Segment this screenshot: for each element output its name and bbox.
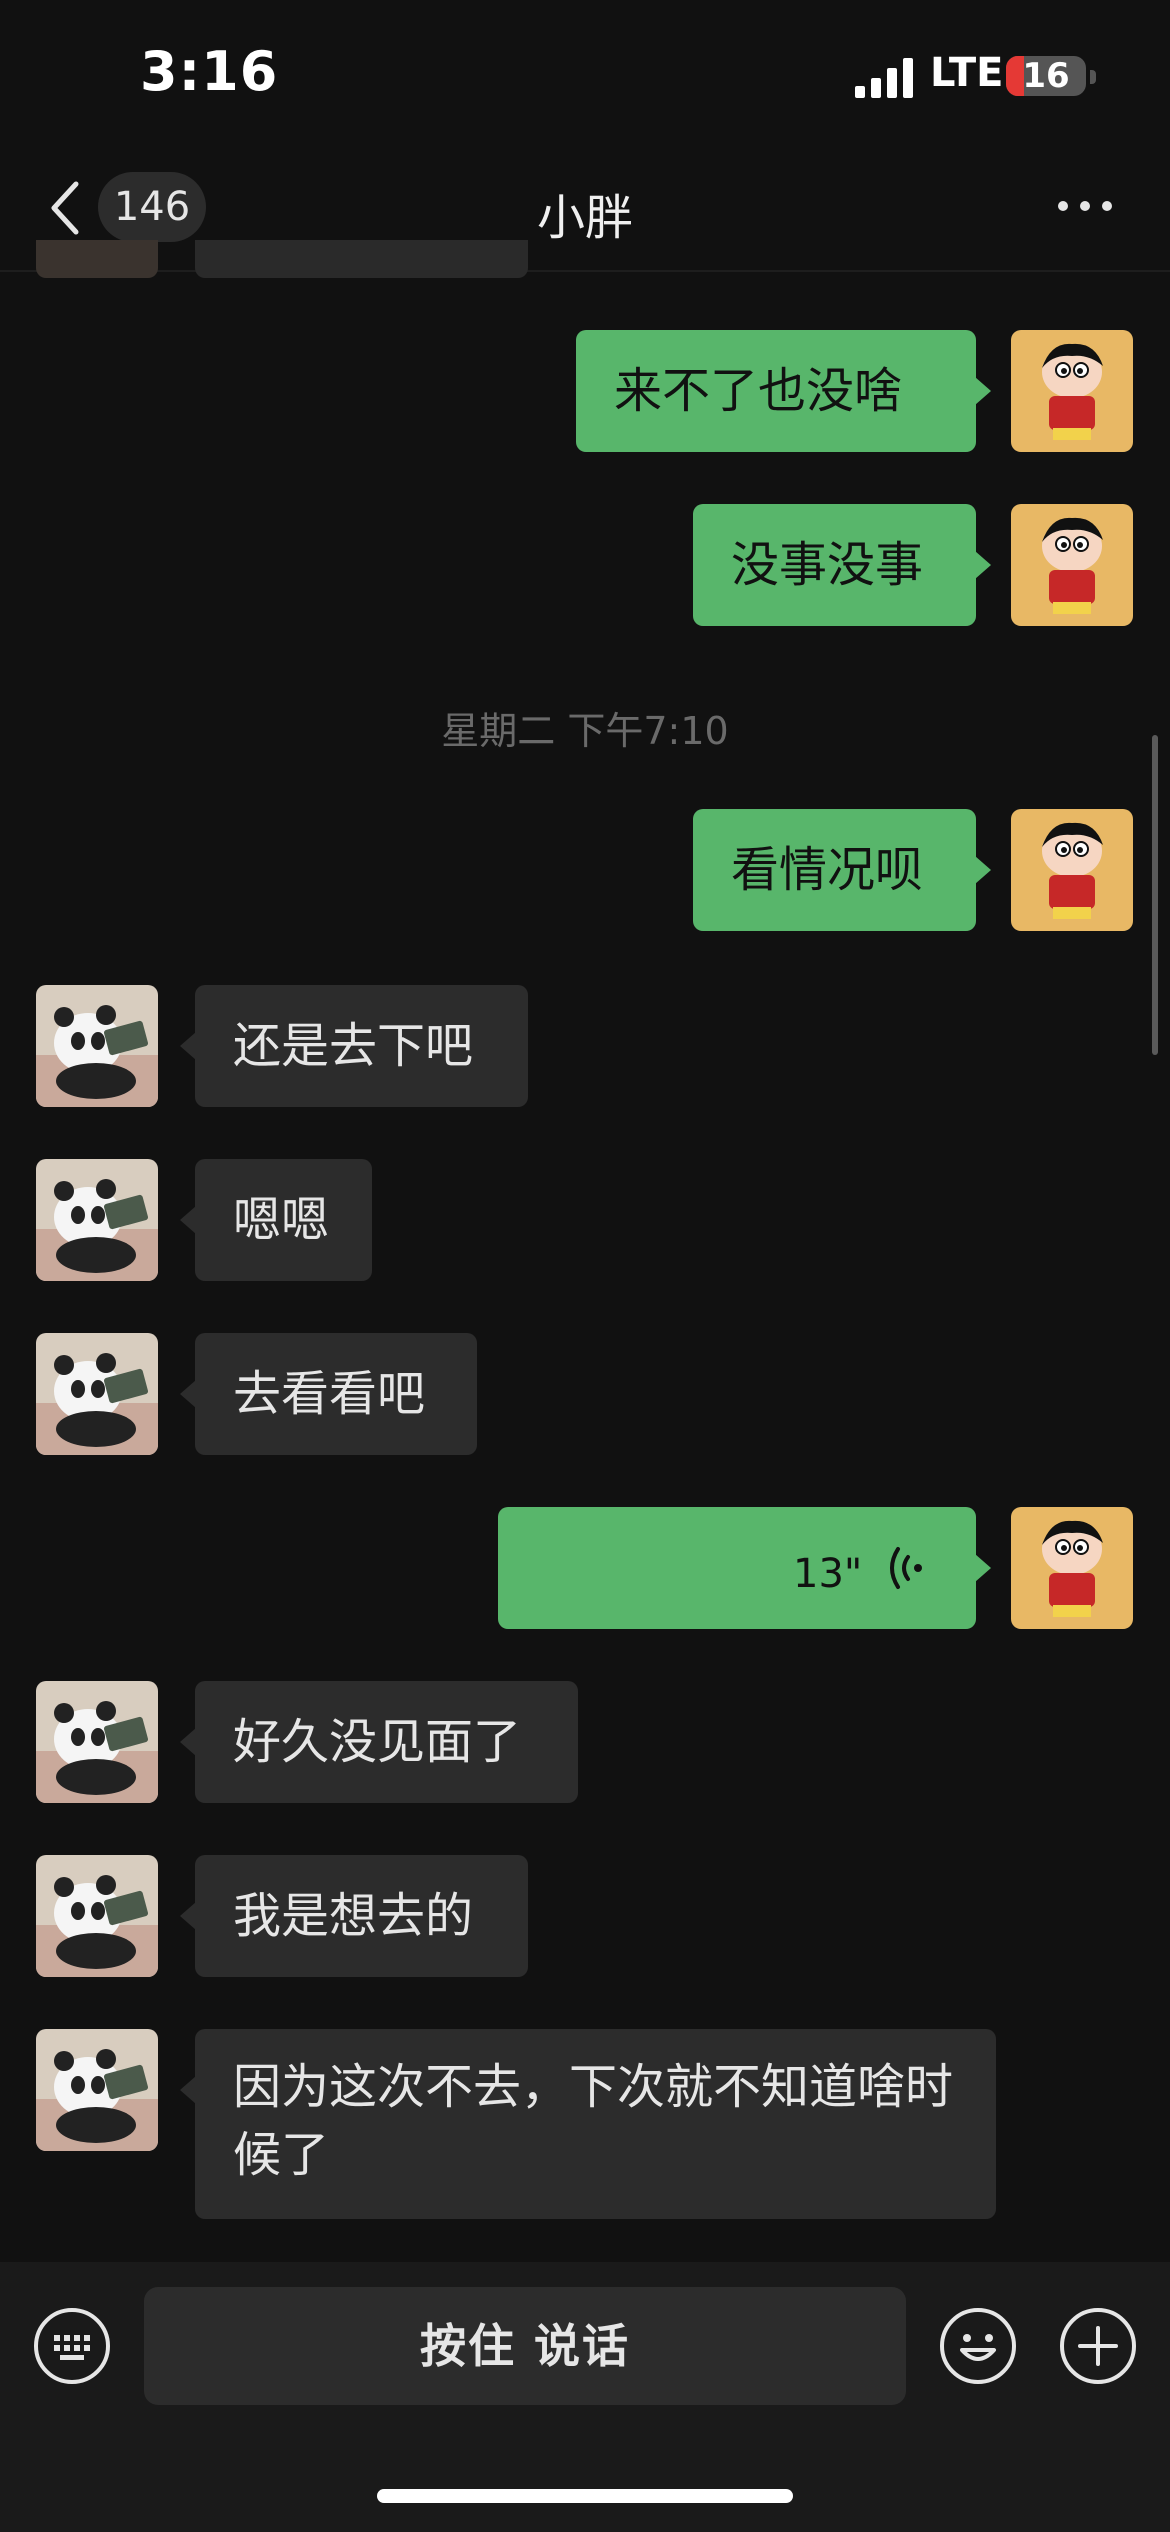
message-text: 看情况呗 xyxy=(731,842,924,898)
more-icon[interactable] xyxy=(1055,196,1115,216)
message-bubble-outgoing[interactable]: 看情况呗 xyxy=(693,809,976,931)
message-text: 来不了也没啥 xyxy=(614,363,903,419)
avatar-contact[interactable] xyxy=(36,1681,158,1803)
chat-title: 小胖 xyxy=(536,190,633,246)
panda-avatar-icon xyxy=(36,985,158,1107)
message-bubble-incoming[interactable]: 好久没见面了 xyxy=(195,1681,578,1803)
bubble-tail xyxy=(180,1728,196,1756)
battery-icon: 16 xyxy=(1006,56,1086,96)
emoji-icon[interactable] xyxy=(938,2306,1018,2386)
message-bubble-outgoing[interactable]: 来不了也没啥 xyxy=(576,330,976,452)
avatar-self[interactable] xyxy=(1011,504,1133,626)
bubble-tail xyxy=(975,1554,991,1582)
bubble-tail xyxy=(975,551,991,579)
message-text: 嗯嗯 xyxy=(233,1192,330,1248)
panda-avatar-icon xyxy=(36,2029,158,2151)
avatar-self[interactable] xyxy=(1011,330,1133,452)
message-text: 我是想去的 xyxy=(233,1888,474,1944)
bubble-tail xyxy=(180,1206,196,1234)
message-timestamp: 星期二 下午7:10 xyxy=(441,709,729,753)
avatar-contact[interactable] xyxy=(36,2029,158,2151)
keyboard-icon[interactable] xyxy=(32,2306,112,2386)
message-bubble-outgoing[interactable]: 没事没事 xyxy=(693,504,976,626)
battery-level: 16 xyxy=(1022,56,1070,96)
avatar-contact[interactable] xyxy=(36,1333,158,1455)
message-text: 好久没见面了 xyxy=(233,1714,522,1770)
home-indicator[interactable] xyxy=(377,2489,793,2503)
message-bubble-incoming[interactable]: 去看看吧 xyxy=(195,1333,477,1455)
shinchan-avatar-icon xyxy=(1011,330,1133,452)
battery-nub xyxy=(1090,70,1096,84)
shinchan-avatar-icon xyxy=(1011,1507,1133,1629)
bubble-tail xyxy=(975,856,991,884)
message-text: 因为这次不去，下次就不知道啥时候了 xyxy=(233,2059,954,2183)
shinchan-avatar-icon xyxy=(1011,504,1133,626)
bubble-tail xyxy=(180,1380,196,1408)
status-time: 3:16 xyxy=(140,40,279,103)
avatar[interactable] xyxy=(36,240,158,278)
scrollbar[interactable] xyxy=(1152,735,1158,1055)
message-bubble-incoming[interactable]: 因为这次不去，下次就不知道啥时候了 xyxy=(195,2029,996,2219)
panda-avatar-icon xyxy=(36,1159,158,1281)
nav-divider xyxy=(0,270,1170,272)
avatar-self[interactable] xyxy=(1011,1507,1133,1629)
signal-icon xyxy=(855,58,913,98)
message-text: 没事没事 xyxy=(731,537,924,593)
bubble-tail xyxy=(180,1902,196,1930)
hold-to-talk-button[interactable]: 按住 说话 xyxy=(144,2287,906,2405)
panda-avatar-icon xyxy=(36,1681,158,1803)
panda-avatar-icon xyxy=(36,1333,158,1455)
panda-avatar-icon xyxy=(36,1855,158,1977)
shinchan-avatar-icon xyxy=(1011,809,1133,931)
message-text: 去看看吧 xyxy=(233,1366,426,1422)
voice-wave-icon xyxy=(890,1547,922,1589)
voice-message-bubble[interactable]: 13" xyxy=(498,1507,976,1629)
avatar-contact[interactable] xyxy=(36,985,158,1107)
message-bubble-incoming[interactable]: 嗯嗯 xyxy=(195,1159,372,1281)
avatar-contact[interactable] xyxy=(36,1159,158,1281)
avatar-contact[interactable] xyxy=(36,1855,158,1977)
bubble-tail xyxy=(180,2076,196,2104)
voice-duration: 13" xyxy=(793,1551,863,1597)
network-type: LTE xyxy=(930,50,1004,96)
message-bubble[interactable] xyxy=(195,240,528,278)
avatar-self[interactable] xyxy=(1011,809,1133,931)
bubble-tail xyxy=(975,377,991,405)
bubble-tail xyxy=(180,1032,196,1060)
message-bubble-incoming[interactable]: 我是想去的 xyxy=(195,1855,528,1977)
message-text: 还是去下吧 xyxy=(233,1018,474,1074)
message-bubble-incoming[interactable]: 还是去下吧 xyxy=(195,985,528,1107)
plus-icon[interactable] xyxy=(1058,2306,1138,2386)
